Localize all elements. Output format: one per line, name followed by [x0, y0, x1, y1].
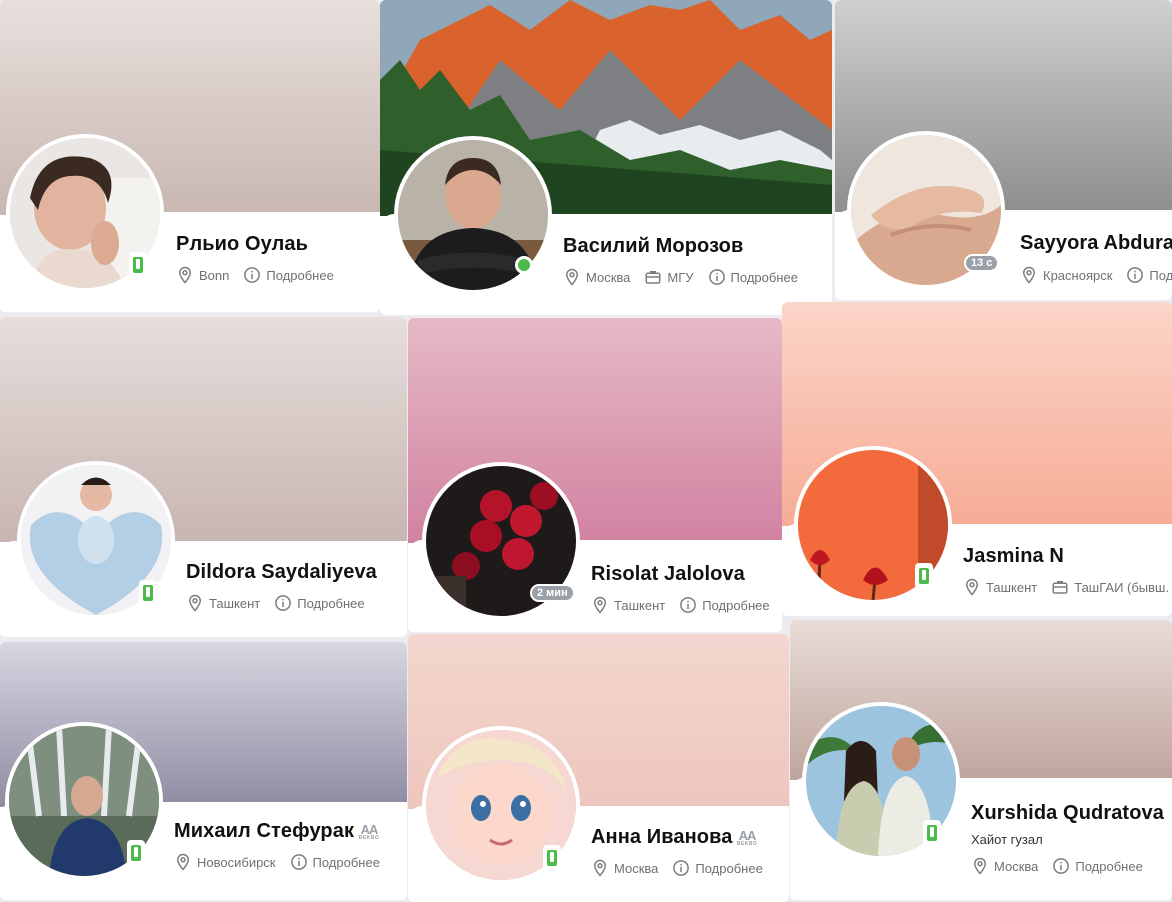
more-link[interactable]: Подробнее — [672, 859, 763, 877]
profile-name[interactable]: Dildora Saydaliyeva — [186, 561, 377, 584]
verified-badge-icon: AA BEKBO — [358, 822, 380, 841]
location: Москва — [563, 268, 630, 286]
location-pin-icon — [174, 853, 192, 871]
profile-name[interactable]: Jasmina N — [963, 545, 1064, 568]
mobile-device-icon — [915, 563, 933, 589]
profile-card[interactable]: Анна Иванова AA BEKBO Москва Подробнее — [408, 634, 789, 902]
education: МГУ — [644, 268, 694, 286]
profile-card[interactable]: 13 с Sayyora Abdural Красноярск Под — [835, 0, 1172, 300]
info-icon — [243, 266, 261, 284]
profile-card[interactable]: Xurshida Qudratova Хайот гузал Москва По… — [790, 620, 1172, 900]
location-pin-icon — [591, 859, 609, 877]
more-link[interactable]: Подробнее — [290, 853, 380, 871]
info-icon — [708, 268, 726, 286]
profile-meta: Москва Подробнее — [971, 857, 1157, 875]
location-pin-icon — [971, 857, 989, 875]
location-pin-icon — [176, 266, 194, 284]
more-link[interactable]: Подробнее — [243, 266, 334, 284]
location-pin-icon — [186, 594, 204, 612]
profile-meta: Bonn Подробнее — [176, 266, 348, 284]
profile-name[interactable]: Sayyora Abdural — [1020, 232, 1172, 255]
mobile-device-icon — [139, 580, 157, 606]
profile-meta: Красноярск Под — [1020, 266, 1172, 284]
mobile-device-icon — [543, 845, 561, 871]
profile-meta: Ташкент Подробнее — [186, 594, 379, 612]
profile-meta: Ташкент ТашГАИ (бывш. — [963, 578, 1172, 596]
mobile-device-icon — [923, 820, 941, 846]
more-link[interactable]: Подробнее — [274, 594, 365, 612]
location-pin-icon — [563, 268, 581, 286]
profile-card[interactable]: Dildora Saydaliyeva Ташкент Подробнее — [0, 317, 407, 637]
mobile-device-icon — [127, 840, 145, 866]
location: Ташкент — [591, 596, 665, 614]
briefcase-icon — [1051, 578, 1069, 596]
profile-meta: Новосибирск Подробнее — [174, 853, 394, 871]
profile-name[interactable]: Михаил Стефурак — [174, 820, 354, 843]
info-icon — [1052, 857, 1070, 875]
online-indicator — [515, 256, 533, 274]
location: Красноярск — [1020, 266, 1112, 284]
info-icon — [290, 853, 308, 871]
more-link[interactable]: Подробнее — [708, 268, 798, 286]
profile-name[interactable]: Анна Иванова — [591, 826, 732, 849]
briefcase-icon — [644, 268, 662, 286]
location: Москва — [971, 857, 1038, 875]
profile-name[interactable]: Василий Морозов — [563, 235, 743, 258]
location-pin-icon — [591, 596, 609, 614]
location: Москва — [591, 859, 658, 877]
location: Новосибирск — [174, 853, 276, 871]
location: Bonn — [176, 266, 229, 284]
info-icon — [274, 594, 292, 612]
last-seen-badge: 13 с — [964, 254, 1000, 272]
last-seen-badge: 2 мин — [530, 584, 575, 602]
profile-card[interactable]: Василий Морозов Москва МГУ Подробнее — [380, 0, 832, 315]
info-icon — [679, 596, 697, 614]
profile-name[interactable]: Рльио Оулаь — [176, 233, 308, 256]
info-icon — [1126, 266, 1144, 284]
profile-meta: Ташкент Подробнее — [591, 596, 782, 614]
info-icon — [672, 859, 690, 877]
mobile-device-icon — [129, 252, 147, 278]
profile-card[interactable]: Михаил Стефурак AA BEKBO Новосибирск Подр… — [0, 642, 407, 900]
profile-card[interactable]: Рльио Оулаь Bonn Подробнее — [0, 0, 380, 312]
more-link[interactable]: Под — [1126, 266, 1172, 284]
location: Ташкент — [963, 578, 1037, 596]
profile-card[interactable]: 2 мин Risolat Jalolova Ташкент Подробнее — [408, 318, 782, 632]
profile-name[interactable]: Xurshida Qudratova — [971, 802, 1164, 825]
work: ТашГАИ (бывш. — [1051, 578, 1169, 596]
profile-meta: Москва МГУ Подробнее — [563, 268, 812, 286]
more-link[interactable]: Подробнее — [679, 596, 770, 614]
location-pin-icon — [1020, 266, 1038, 284]
more-link[interactable]: Подробнее — [1052, 857, 1143, 875]
location: Ташкент — [186, 594, 260, 612]
profile-card[interactable]: Jasmina N Ташкент ТашГАИ (бывш. — [782, 302, 1172, 616]
location-pin-icon — [963, 578, 981, 596]
verified-badge-icon: AA BEKBO — [736, 828, 758, 847]
profile-name[interactable]: Risolat Jalolova — [591, 563, 745, 586]
profile-meta: Москва Подробнее — [591, 859, 777, 877]
status-text: Хайот гузал — [971, 832, 1043, 847]
